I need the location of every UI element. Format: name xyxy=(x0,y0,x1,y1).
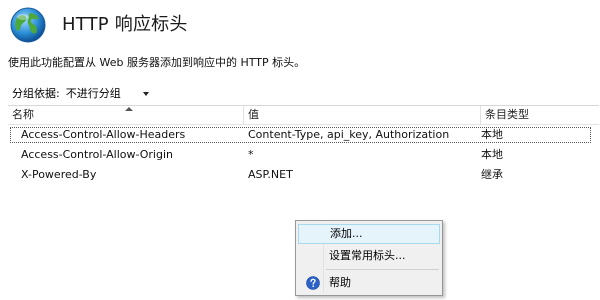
row-value: * xyxy=(248,148,254,161)
column-header-entry-type[interactable]: 条目类型 xyxy=(481,106,599,124)
row-value: ASP.NET xyxy=(248,168,293,181)
row-name: X-Powered-By xyxy=(21,168,97,181)
help-icon xyxy=(306,276,320,290)
menu-item-label: 帮助 xyxy=(329,276,351,289)
menu-item-set-common-headers[interactable]: 设置常用标头... xyxy=(298,246,440,266)
row-name: Access-Control-Allow-Headers xyxy=(21,128,186,141)
http-response-headers-page: HTTP 响应标头 使用此功能配置从 Web 服务器添加到响应中的 HTTP 标… xyxy=(0,0,600,300)
column-header-value[interactable]: 值 xyxy=(244,106,480,124)
row-type: 继承 xyxy=(481,168,503,181)
menu-item-label: 设置常用标头... xyxy=(329,249,406,262)
group-by-label: 分组依据: xyxy=(12,87,60,100)
table-row[interactable]: X-Powered-By ASP.NET 继承 xyxy=(8,165,599,185)
page-description: 使用此功能配置从 Web 服务器添加到响应中的 HTTP 标头。 xyxy=(8,56,306,69)
context-menu: 添加... 设置常用标头... 帮助 xyxy=(295,220,443,296)
page-title: HTTP 响应标头 xyxy=(62,14,188,35)
menu-item-add[interactable]: 添加... xyxy=(298,224,440,244)
menu-item-help[interactable]: 帮助 xyxy=(298,273,440,293)
table-header: 名称 值 条目类型 xyxy=(8,106,599,125)
group-by-selected: 不进行分组 xyxy=(65,87,121,100)
row-name: Access-Control-Allow-Origin xyxy=(21,148,174,161)
menu-separator xyxy=(326,269,439,270)
table-row[interactable]: Access-Control-Allow-Origin * 本地 xyxy=(8,145,599,165)
sort-ascending-icon xyxy=(125,107,133,111)
globe-icon xyxy=(10,7,46,43)
menu-item-label: 添加... xyxy=(330,227,363,240)
row-type: 本地 xyxy=(481,128,503,141)
table-row[interactable]: Access-Control-Allow-Headers Content-Typ… xyxy=(8,125,599,145)
group-by-control: 分组依据: 不进行分组 xyxy=(12,84,149,102)
group-by-dropdown[interactable]: 不进行分组 xyxy=(66,85,149,101)
row-type: 本地 xyxy=(481,148,503,161)
headers-table: 名称 值 条目类型 Access-Control-Allow-Headers C… xyxy=(8,105,599,185)
chevron-down-icon xyxy=(142,91,149,96)
row-value: Content-Type, api_key, Authorization xyxy=(248,128,450,141)
